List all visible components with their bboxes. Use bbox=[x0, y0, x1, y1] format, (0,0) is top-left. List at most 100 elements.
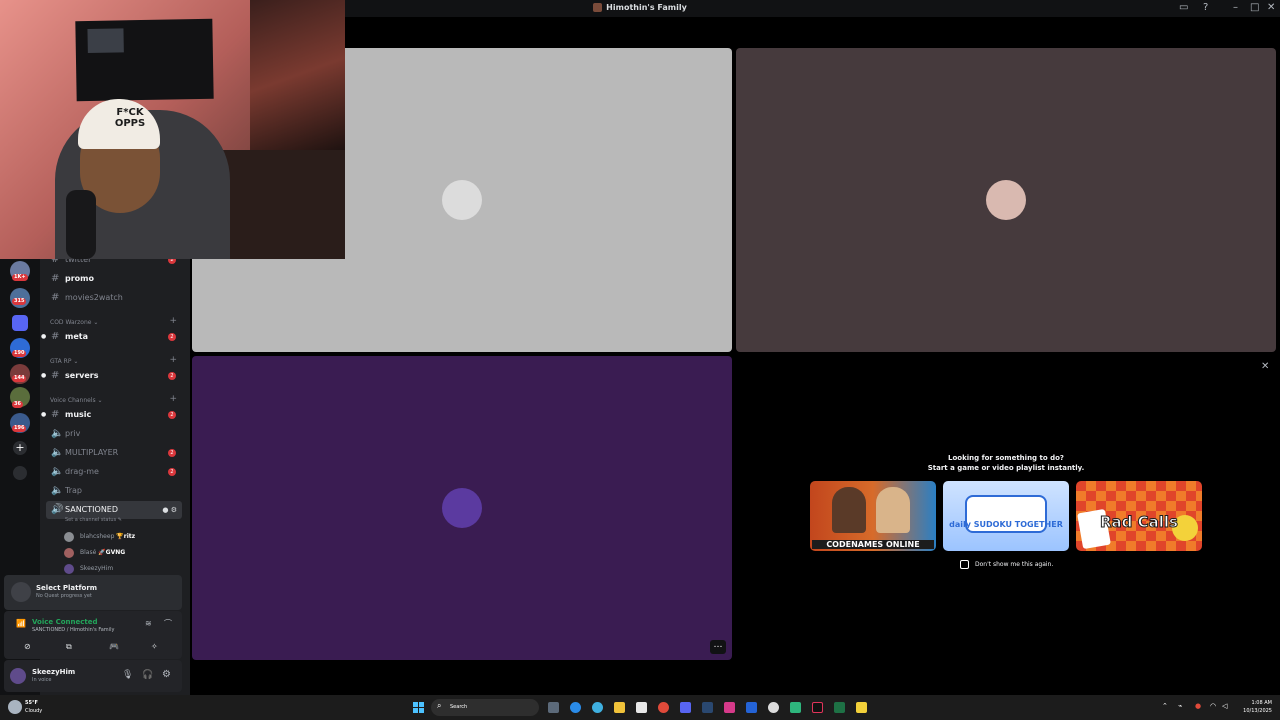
participant-avatar bbox=[442, 488, 482, 528]
channel-item[interactable]: ● # servers 2 bbox=[40, 367, 186, 385]
activity-heading: Looking for something to do? bbox=[948, 454, 1064, 462]
game-card-rad-calls[interactable]: Rad Calls bbox=[1076, 481, 1202, 551]
hash-icon: # bbox=[51, 273, 60, 284]
app-icon[interactable] bbox=[790, 702, 801, 713]
more-options-button[interactable]: … bbox=[710, 640, 726, 654]
mic-tray-icon[interactable]: ● bbox=[1195, 702, 1201, 710]
game-card-sudoku[interactable]: daily SUDOKU TOGETHER bbox=[943, 481, 1069, 551]
file-explorer-icon[interactable] bbox=[614, 702, 625, 713]
activity-icon[interactable]: 🎮 bbox=[109, 642, 119, 651]
speaker-icon: 🔈 bbox=[51, 485, 64, 496]
webcam-overlay: F*CK OPPS bbox=[0, 0, 345, 259]
add-server-icon[interactable]: + bbox=[13, 441, 27, 455]
category-label[interactable]: Voice Channels ⌄ bbox=[50, 397, 103, 404]
category-label[interactable]: GTA RP ⌄ bbox=[50, 358, 78, 365]
chevron-up-icon[interactable]: ⌃ bbox=[1162, 702, 1168, 710]
disconnect-icon[interactable]: ⌒ bbox=[164, 618, 172, 629]
activity-subheading: Start a game or video playlist instantly… bbox=[927, 464, 1085, 472]
user-panel: SkeezyHim In voice 🎙 🎧 ⚙ bbox=[4, 660, 182, 692]
obs-icon[interactable] bbox=[768, 702, 779, 713]
speaker-icon: 🔈 bbox=[51, 466, 64, 477]
avatar bbox=[64, 564, 74, 574]
sticky-notes-icon[interactable] bbox=[856, 702, 867, 713]
camera-off-icon[interactable]: ⊘ bbox=[24, 642, 31, 651]
server-badge: 1K+ bbox=[12, 274, 28, 281]
voice-channel-item[interactable]: 🔈 Trap bbox=[40, 482, 186, 500]
taskbar-search-box[interactable]: ⌕ Search bbox=[431, 699, 539, 716]
settings-gear-icon[interactable]: ⚙ bbox=[162, 669, 171, 680]
checkbox[interactable] bbox=[960, 560, 969, 569]
task-view-icon[interactable] bbox=[548, 702, 559, 713]
server-badge: 144 bbox=[12, 375, 27, 382]
channel-status-label[interactable]: Set a channel status ✎ bbox=[65, 517, 122, 523]
chrome-icon[interactable] bbox=[658, 702, 669, 713]
edge-browser-icon[interactable] bbox=[570, 702, 581, 713]
volume-icon[interactable]: ◁ bbox=[1222, 702, 1227, 710]
avatar[interactable] bbox=[10, 668, 26, 684]
streamer-cap: F*CK OPPS bbox=[78, 99, 160, 149]
hash-icon: # bbox=[51, 292, 60, 303]
discord-app: 1K+ 315 190 144 36 196 + # twitter 2 # prom… bbox=[0, 0, 1280, 695]
unread-dot: ● bbox=[41, 333, 47, 340]
video-tile-2[interactable] bbox=[736, 48, 1276, 352]
close-activity-button[interactable]: ✕ bbox=[1261, 361, 1269, 372]
speaker-icon: 🔊 bbox=[51, 504, 64, 515]
hash-icon: # bbox=[51, 409, 60, 420]
help-icon[interactable]: ? bbox=[1203, 2, 1208, 13]
windows-start-icon[interactable] bbox=[413, 702, 424, 713]
tv-glare bbox=[87, 28, 124, 53]
unread-dot: ● bbox=[41, 372, 47, 379]
screen-share-icon[interactable]: ⧉ bbox=[66, 642, 72, 652]
channel-item[interactable]: ● # music 2 bbox=[40, 406, 186, 424]
channel-item[interactable]: # promo bbox=[40, 270, 186, 288]
dont-show-again[interactable]: Don't show me this again. bbox=[960, 560, 1053, 569]
avatar bbox=[64, 548, 74, 558]
soundboard-icon[interactable]: ✧ bbox=[151, 642, 158, 651]
speaker-icon: 🔈 bbox=[51, 428, 64, 439]
network-icon[interactable]: ⌁ bbox=[1178, 702, 1182, 710]
voice-panel: 📶 Voice Connected SANCTIONED / Himothin'… bbox=[4, 611, 182, 659]
instagram-icon[interactable] bbox=[724, 702, 735, 713]
clock-date[interactable]: 10/13/2025 bbox=[1236, 708, 1272, 714]
add-channel-icon[interactable]: + bbox=[169, 394, 177, 404]
store-icon[interactable] bbox=[636, 702, 647, 713]
game-card-codenames[interactable]: CODENAMES ONLINE bbox=[810, 481, 936, 551]
tiktok-icon[interactable] bbox=[812, 702, 823, 713]
voice-channel-actions-icon[interactable]: ● ⚙ bbox=[162, 501, 177, 519]
headphones-icon[interactable]: 🎧 bbox=[142, 670, 153, 680]
category-label[interactable]: COD Warzone ⌄ bbox=[50, 319, 98, 326]
voice-channel-item[interactable]: 🔈 priv bbox=[40, 425, 186, 443]
unread-dot: ● bbox=[41, 411, 47, 418]
hash-icon: # bbox=[51, 370, 60, 381]
folder-icon[interactable] bbox=[12, 315, 28, 331]
noise-suppression-icon[interactable]: ≋ bbox=[145, 619, 152, 628]
signal-icon[interactable]: 📶 bbox=[16, 619, 26, 628]
channel-item[interactable]: # movies2watch bbox=[40, 289, 186, 307]
weather-icon[interactable] bbox=[8, 700, 22, 714]
inbox-icon[interactable]: ▭ bbox=[1179, 2, 1188, 13]
microphone-icon[interactable]: 🎙 bbox=[122, 670, 133, 680]
channel-item[interactable]: ● # meta 2 bbox=[40, 328, 186, 346]
dresser bbox=[222, 150, 345, 259]
video-tile-3[interactable]: … bbox=[192, 356, 732, 660]
windows-taskbar: 55°F Cloudy ⌕ Search ⌃ ⌁ ● ◠ ◁ 1:08 AM 1… bbox=[0, 695, 1280, 720]
add-channel-icon[interactable]: + bbox=[169, 316, 177, 326]
avatar bbox=[64, 532, 74, 542]
steam-icon[interactable] bbox=[702, 702, 713, 713]
app-icon[interactable] bbox=[746, 702, 757, 713]
server-badge: 190 bbox=[12, 350, 27, 357]
copilot-icon[interactable] bbox=[592, 702, 603, 713]
excel-icon[interactable] bbox=[834, 702, 845, 713]
discover-icon[interactable] bbox=[13, 466, 27, 480]
add-channel-icon[interactable]: + bbox=[169, 355, 177, 365]
discord-icon[interactable] bbox=[680, 702, 691, 713]
quest-panel[interactable]: Select Platform No Quest progress yet bbox=[4, 575, 182, 610]
mention-badge: 2 bbox=[168, 333, 176, 341]
clock-time[interactable]: 1:08 AM bbox=[1240, 700, 1272, 706]
wifi-icon[interactable]: ◠ bbox=[1210, 702, 1216, 710]
voice-channel-item[interactable]: 🔈 MULTIPLAYER 2 bbox=[40, 444, 186, 462]
maximize-button[interactable]: □ bbox=[1250, 2, 1259, 13]
close-window-button[interactable]: ✕ bbox=[1267, 2, 1275, 13]
minimize-button[interactable]: – bbox=[1233, 2, 1238, 13]
voice-channel-item[interactable]: 🔈 drag-me 2 bbox=[40, 463, 186, 481]
